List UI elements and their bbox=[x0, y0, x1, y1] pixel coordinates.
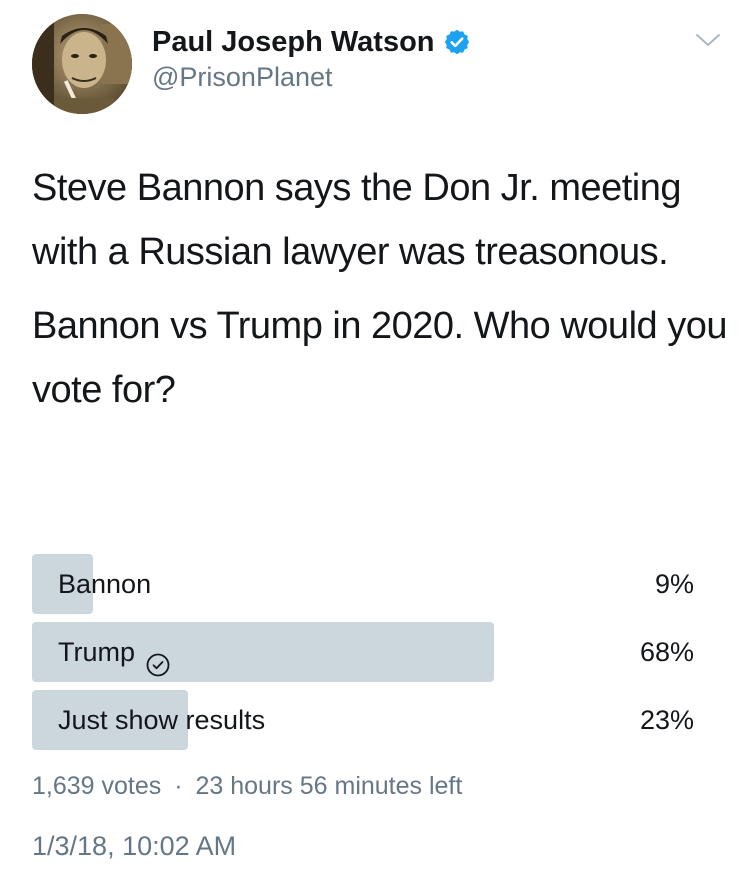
poll: Bannon 9% Trump 68% Just show results 23… bbox=[32, 554, 712, 758]
poll-option-percent: 9% bbox=[654, 569, 694, 599]
poll-option-text: Trump bbox=[58, 637, 136, 667]
tweet-timestamp[interactable]: 1/3/18, 10:02 AM bbox=[32, 831, 236, 862]
display-name[interactable]: Paul Joseph Watson bbox=[152, 26, 435, 59]
poll-meta: 1,639 votes · 23 hours 56 minutes left bbox=[32, 772, 462, 801]
poll-vote-count: 1,639 votes bbox=[32, 772, 162, 800]
avatar-photo-icon bbox=[32, 14, 132, 114]
poll-option-label: Trump bbox=[58, 622, 171, 682]
poll-option-text: Just show results bbox=[58, 705, 266, 735]
poll-meta-separator: · bbox=[174, 772, 183, 800]
poll-option-bannon[interactable]: Bannon 9% bbox=[32, 554, 712, 614]
poll-option-just-show-results[interactable]: Just show results 23% bbox=[32, 690, 712, 750]
chevron-down-icon[interactable] bbox=[694, 30, 722, 50]
poll-option-percent: 68% bbox=[639, 637, 694, 667]
poll-option-label: Bannon bbox=[58, 554, 151, 614]
poll-option-percent: 23% bbox=[639, 705, 694, 735]
check-circle-icon bbox=[145, 639, 171, 677]
tweet-paragraph: Steve Bannon says the Don Jr. meeting wi… bbox=[32, 167, 682, 273]
poll-option-label: Just show results bbox=[58, 690, 265, 750]
poll-option-trump[interactable]: Trump 68% bbox=[32, 622, 712, 682]
verified-badge-icon bbox=[443, 28, 471, 56]
poll-time-left: 23 hours 56 minutes left bbox=[195, 772, 463, 800]
name-row: Paul Joseph Watson bbox=[152, 24, 471, 60]
tweet-header: Paul Joseph Watson @PrisonPlanet bbox=[0, 0, 750, 130]
user-avatar[interactable] bbox=[32, 14, 132, 114]
tweet-body: Steve Bannon says the Don Jr. meeting wi… bbox=[32, 156, 732, 432]
tweet-paragraph: Bannon vs Trump in 2020. Who would you v… bbox=[32, 305, 727, 411]
poll-option-text: Bannon bbox=[58, 569, 152, 599]
user-handle[interactable]: @PrisonPlanet bbox=[152, 62, 333, 93]
